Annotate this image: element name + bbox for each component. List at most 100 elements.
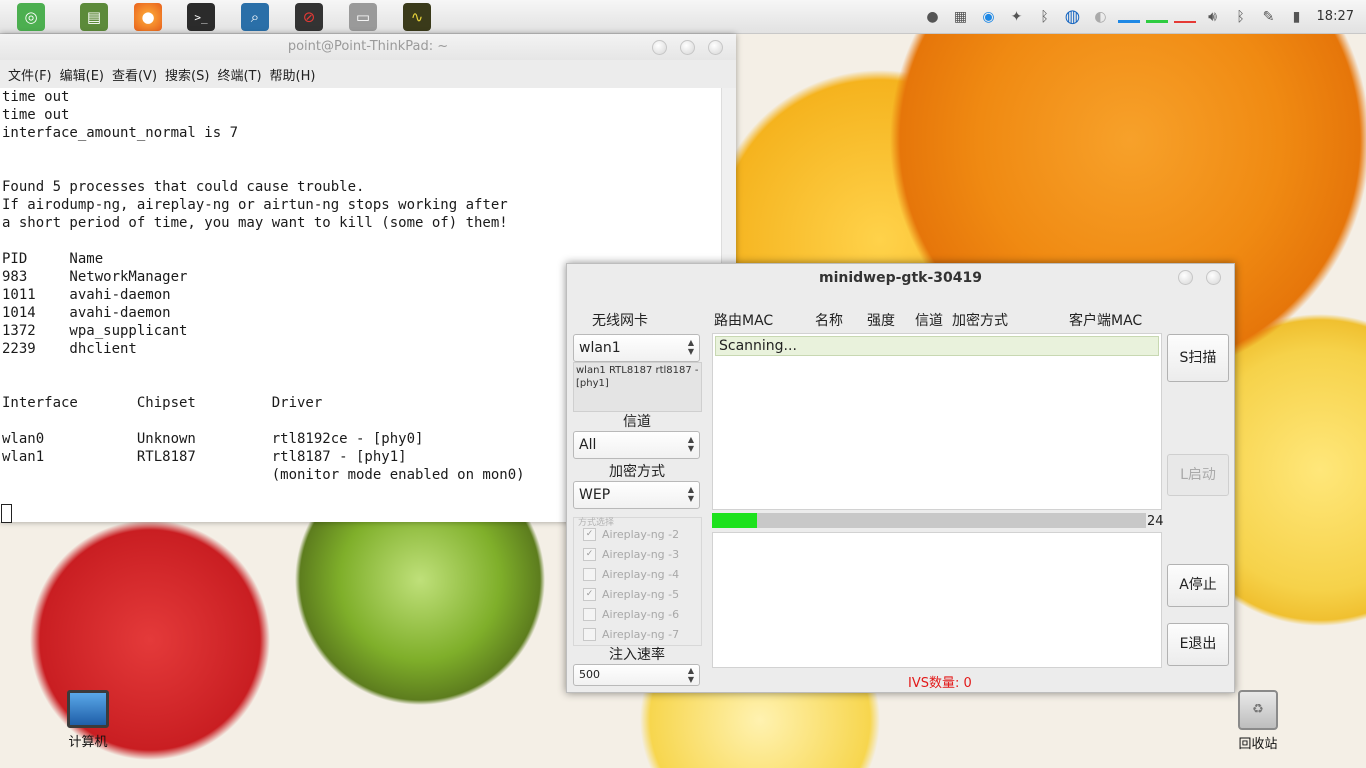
menu-help[interactable]: 帮助(H) bbox=[270, 65, 316, 84]
log-area[interactable] bbox=[712, 532, 1162, 668]
terminal-menubar: 文件(F) 编辑(E) 查看(V) 搜索(S) 终端(T) 帮助(H) bbox=[0, 60, 736, 88]
start-button[interactable]: L启动 bbox=[1167, 454, 1229, 496]
terminal-cursor bbox=[1, 504, 12, 523]
wireless-card-value: wlan1 bbox=[579, 340, 621, 356]
desktop-computer-label: 计算机 bbox=[68, 735, 108, 750]
progress-count: 24 bbox=[1147, 514, 1164, 529]
browser-icon[interactable]: ◍ bbox=[1062, 6, 1084, 27]
keyboard-icon[interactable]: ▦ bbox=[950, 8, 972, 26]
exit-button[interactable]: E退出 bbox=[1167, 623, 1229, 666]
terminal-line: wlan0 Unknown rtl8192ce - [phy0] bbox=[2, 431, 424, 447]
load-graph-icon[interactable] bbox=[1173, 8, 1196, 26]
channel-label: 信道 bbox=[623, 414, 651, 430]
terminal-line: 1011 avahi-daemon bbox=[2, 287, 171, 303]
terminal-line: time out bbox=[2, 89, 70, 105]
injection-rate-value: 500 bbox=[579, 668, 600, 681]
checkbox-checked-icon: ✓ bbox=[583, 588, 596, 601]
terminal-line: Interface Chipset Driver bbox=[2, 395, 323, 411]
channel-select[interactable]: All ▲ ▼ bbox=[573, 431, 700, 459]
terminal-line: interface_amount_normal is 7 bbox=[2, 125, 239, 141]
channel-value: All bbox=[579, 437, 597, 453]
method-checkbox[interactable]: Aireplay-ng -4 bbox=[583, 568, 679, 581]
method-checkbox[interactable]: Aireplay-ng -6 bbox=[583, 608, 679, 621]
ivs-count: IVS数量: 0 bbox=[908, 676, 972, 691]
menu-file[interactable]: 文件(F) bbox=[8, 65, 52, 84]
edit-icon[interactable]: ✎ bbox=[1258, 8, 1280, 26]
client-mac-header[interactable]: 客户端MAC bbox=[1069, 310, 1142, 330]
method-checkbox[interactable]: ✓ Aireplay-ng -3 bbox=[583, 548, 679, 561]
method-checkbox[interactable]: Aireplay-ng -7 bbox=[583, 628, 679, 641]
checkbox-empty-icon bbox=[583, 568, 596, 581]
volume-icon[interactable]: 🔊︎ bbox=[1202, 8, 1224, 26]
terminal-icon[interactable]: >_ bbox=[187, 3, 215, 31]
drop-icon[interactable]: ● bbox=[922, 8, 944, 26]
name-header[interactable]: 名称 bbox=[815, 310, 843, 330]
maximize-button[interactable] bbox=[680, 40, 695, 55]
firefox-icon[interactable]: ● bbox=[134, 3, 162, 31]
computer-icon bbox=[67, 690, 109, 728]
system-monitor-icon[interactable]: ▤ bbox=[80, 3, 108, 31]
terminal-line: 983 NetworkManager bbox=[2, 269, 188, 285]
scan-progress-bar bbox=[712, 513, 1146, 528]
method-group: 方式选择 ✓ Aireplay-ng -2 ✓ Aireplay-ng -3 Air… bbox=[573, 517, 702, 646]
terminal-line: a short period of time, you may want to … bbox=[2, 215, 508, 231]
scan-button[interactable]: S扫描 bbox=[1167, 334, 1229, 382]
stop-app-icon[interactable]: ⊘ bbox=[295, 3, 323, 31]
scan-status-row[interactable]: Scanning... bbox=[715, 336, 1159, 356]
terminal-line: 1372 wpa_supplicant bbox=[2, 323, 188, 339]
bluetooth-icon[interactable]: ᛒ bbox=[1034, 8, 1056, 26]
menu-search[interactable]: 搜索(S) bbox=[165, 65, 209, 84]
activity-monitor-icon[interactable]: ∿ bbox=[403, 3, 431, 31]
encryption-value: WEP bbox=[579, 487, 611, 503]
ap-list[interactable]: Scanning... bbox=[712, 333, 1162, 510]
minimize-button[interactable] bbox=[1178, 270, 1193, 285]
router-mac-header[interactable]: 路由MAC bbox=[714, 310, 773, 330]
terminal-line: (monitor mode enabled on mon0) bbox=[2, 467, 525, 483]
terminal-line: Found 5 processes that could cause troub… bbox=[2, 179, 365, 195]
network-manager-icon[interactable]: ◉ bbox=[978, 8, 1000, 26]
close-button[interactable] bbox=[1206, 270, 1221, 285]
cloud-icon[interactable]: ◐ bbox=[1090, 8, 1112, 26]
encryption-header[interactable]: 加密方式 bbox=[952, 310, 1008, 330]
signal-header[interactable]: 强度 bbox=[867, 310, 895, 330]
battery-icon[interactable]: ▮ bbox=[1286, 8, 1308, 26]
channel-header[interactable]: 信道 bbox=[915, 310, 943, 330]
method-label: Aireplay-ng -4 bbox=[602, 568, 680, 581]
menu-view[interactable]: 查看(V) bbox=[112, 65, 157, 84]
method-checkbox[interactable]: ✓ Aireplay-ng -2 bbox=[583, 528, 679, 541]
memory-graph-icon[interactable] bbox=[1145, 8, 1168, 26]
clock[interactable]: 18:27 bbox=[1317, 9, 1354, 24]
terminal-line: wlan1 RTL8187 rtl8187 - [phy1] bbox=[2, 449, 407, 465]
method-label: Aireplay-ng -6 bbox=[602, 608, 680, 621]
disk-icon[interactable]: ▭ bbox=[349, 3, 377, 31]
top-panel: ◎ ▤ ● >_ ⌕ ⊘ ▭ ∿ ● ▦ ◉ ✦ ᛒ ◍ ◐ 🔊︎ ᛒ ✎ ▮ … bbox=[0, 0, 1366, 34]
method-checkbox[interactable]: ✓ Aireplay-ng -5 bbox=[583, 588, 679, 601]
menu-edit[interactable]: 编辑(E) bbox=[60, 65, 104, 84]
method-label: Aireplay-ng -7 bbox=[602, 628, 680, 641]
terminal-line: If airodump-ng, aireplay-ng or airtun-ng… bbox=[2, 197, 508, 213]
minimize-button[interactable] bbox=[652, 40, 667, 55]
terminal-line: PID Name bbox=[2, 251, 104, 267]
stop-button[interactable]: A停止 bbox=[1167, 564, 1229, 607]
minidwep-title[interactable]: minidwep-gtk-30419 bbox=[567, 270, 1234, 286]
desktop-computer[interactable]: 计算机 bbox=[58, 690, 118, 750]
injection-rate-spinner[interactable]: 500 ▲ ▼ bbox=[573, 664, 700, 686]
method-label: Aireplay-ng -2 bbox=[602, 528, 680, 541]
method-legend: 方式选择 bbox=[578, 518, 615, 528]
search-icon[interactable]: ⌕ bbox=[241, 3, 269, 31]
checkbox-empty-icon bbox=[583, 608, 596, 621]
menu-terminal[interactable]: 终端(T) bbox=[217, 65, 261, 84]
spin-arrows-icon: ▲ ▼ bbox=[687, 338, 694, 356]
close-button[interactable] bbox=[708, 40, 723, 55]
wireless-card-select[interactable]: wlan1 ▲ ▼ bbox=[573, 334, 700, 362]
bluetooth-status-icon[interactable]: ᛒ bbox=[1230, 8, 1252, 26]
wireless-card-header: 无线网卡 bbox=[592, 313, 648, 329]
deepin-logo-icon[interactable]: ◎ bbox=[17, 3, 45, 31]
cpu-graph-icon[interactable] bbox=[1117, 8, 1140, 26]
terminal-titlebar[interactable]: point@Point-ThinkPad: ~ bbox=[0, 34, 736, 60]
desktop-trash[interactable]: ♻ 回收站 bbox=[1228, 690, 1288, 752]
terminal-line: 1014 avahi-daemon bbox=[2, 305, 171, 321]
terminal-line: 2239 dhclient bbox=[2, 341, 137, 357]
dropbox-icon[interactable]: ✦ bbox=[1006, 8, 1028, 26]
encryption-select[interactable]: WEP ▲ ▼ bbox=[573, 481, 700, 509]
